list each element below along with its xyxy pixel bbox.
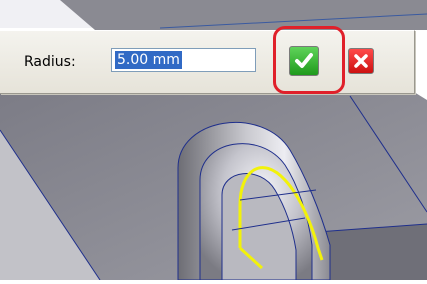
close-icon: [349, 49, 373, 73]
top-face: [60, 0, 427, 30]
cancel-button[interactable]: [348, 48, 374, 74]
ok-button[interactable]: [289, 46, 319, 76]
radius-input-value: 5.00 mm: [115, 51, 182, 69]
radius-input[interactable]: 5.00 mm: [111, 48, 256, 72]
checkmark-icon: [290, 47, 318, 75]
fillet-radius-toolbar: Radius: 5.00 mm: [0, 30, 415, 94]
radius-label: Radius:: [24, 54, 76, 70]
